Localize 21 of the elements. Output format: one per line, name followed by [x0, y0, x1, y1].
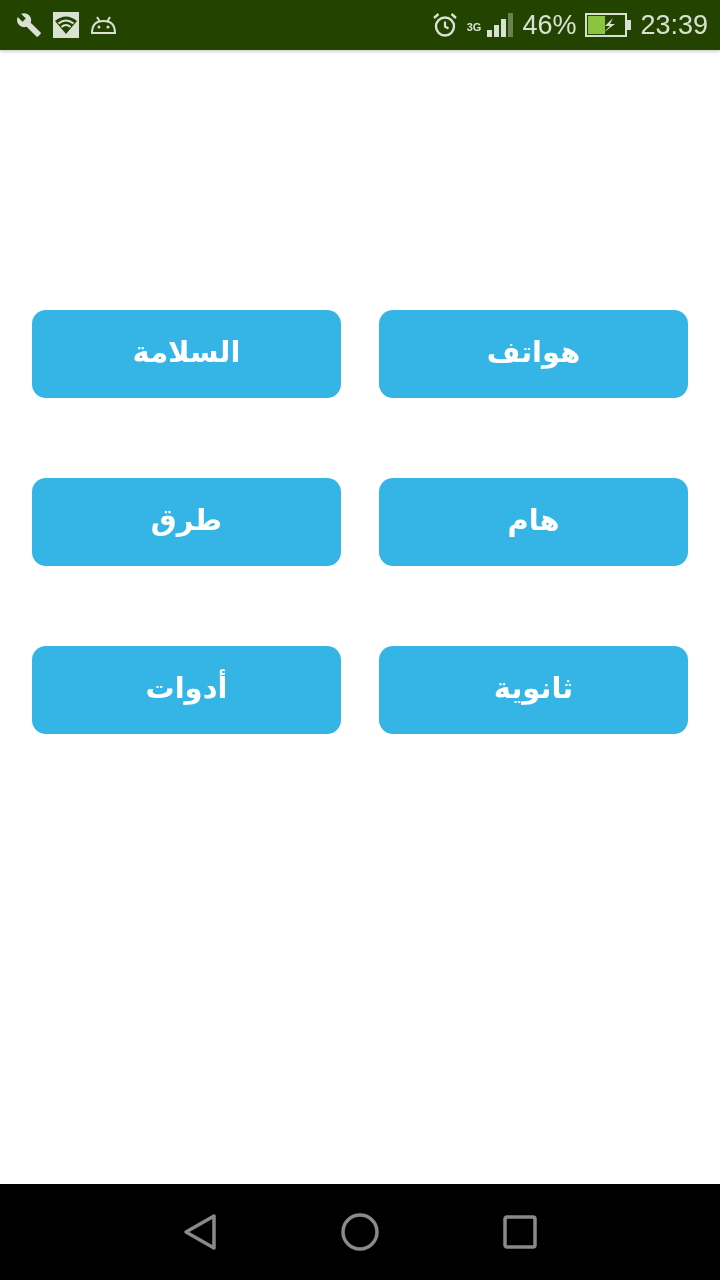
- battery-charging-icon: [585, 13, 632, 37]
- back-icon: [183, 1213, 217, 1251]
- home-button[interactable]: [341, 1213, 379, 1251]
- alarm-clock-icon: [431, 12, 458, 38]
- wifi-icon: [53, 12, 79, 38]
- category-button[interactable]: السلامة: [32, 310, 341, 398]
- wrench-icon: [16, 12, 42, 38]
- recents-icon: [503, 1215, 537, 1249]
- battery-percent: 46%: [522, 11, 577, 39]
- android-icon: [90, 16, 117, 34]
- category-button[interactable]: هواتف: [379, 310, 688, 398]
- network-type: 3G: [466, 22, 482, 33]
- category-button[interactable]: طرق: [32, 478, 341, 566]
- home-icon: [341, 1213, 379, 1251]
- back-button[interactable]: [183, 1213, 217, 1251]
- category-button[interactable]: ثانوية: [379, 646, 688, 734]
- signal-bars-icon: [487, 13, 514, 37]
- recents-button[interactable]: [503, 1215, 537, 1249]
- category-button[interactable]: أدوات: [32, 646, 341, 734]
- category-button[interactable]: هام: [379, 478, 688, 566]
- clock-time: 23:39: [640, 11, 708, 39]
